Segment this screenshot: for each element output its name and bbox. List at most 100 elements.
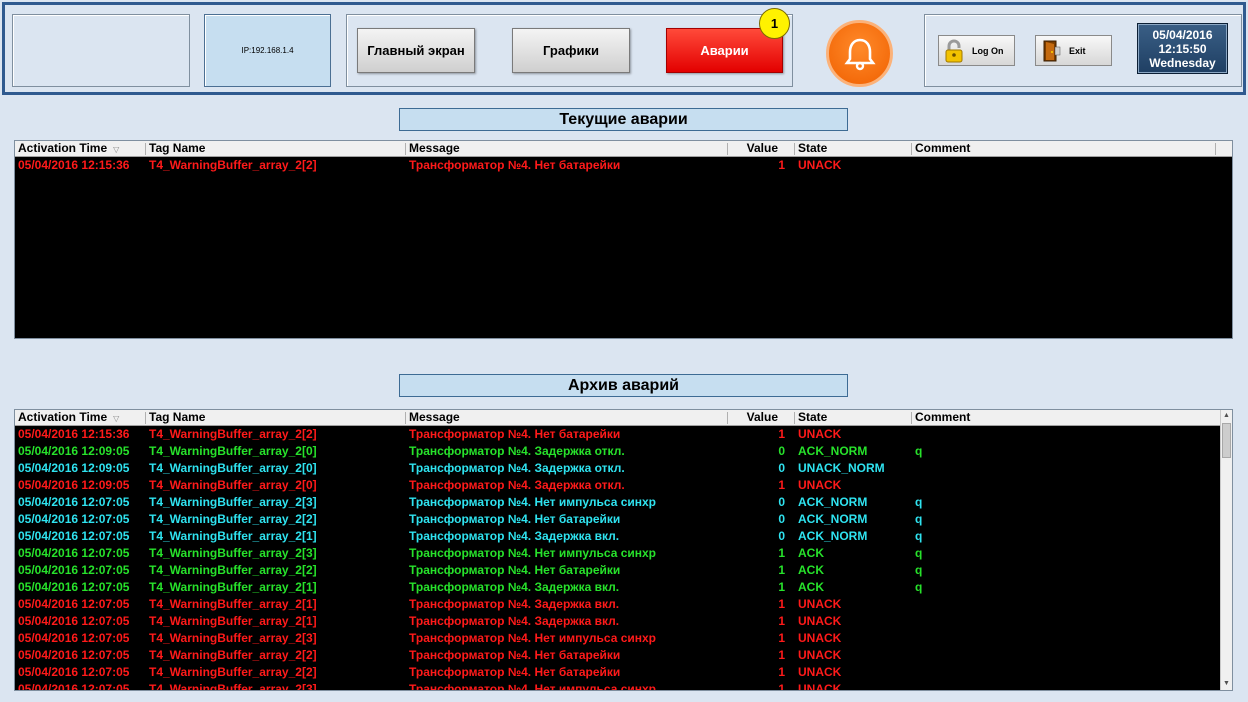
cell-tag-name: T4_WarningBuffer_array_2[3]: [149, 682, 317, 691]
cell-tag-name: T4_WarningBuffer_array_2[3]: [149, 495, 317, 509]
table-row[interactable]: 05/04/2016 12:07:05 T4_WarningBuffer_arra…: [15, 681, 1232, 691]
alarm-archive-grid[interactable]: Activation Time ▽ Tag Name Message Value …: [14, 409, 1233, 691]
column-header-activation-time[interactable]: Activation Time ▽: [18, 410, 119, 424]
cell-value: 0: [778, 512, 785, 526]
cell-activation-time: 05/04/2016 12:07:05: [18, 682, 130, 691]
cell-state: ACK_NORM: [798, 495, 868, 509]
column-header-state[interactable]: State: [798, 410, 827, 424]
cell-value: 1: [778, 158, 785, 172]
column-header-tag-name[interactable]: Tag Name: [149, 410, 205, 424]
cell-activation-time: 05/04/2016 12:07:05: [18, 665, 130, 679]
bell-icon[interactable]: [826, 20, 893, 87]
table-row[interactable]: 05/04/2016 12:07:05 T4_WarningBuffer_arra…: [15, 664, 1232, 681]
cell-message: Трансформатор №4. Нет батарейки: [409, 158, 621, 172]
cell-message: Трансформатор №4. Нет импульса синхр: [409, 631, 657, 645]
cell-message: Трансформатор №4. Задержка вкл.: [409, 529, 620, 543]
cell-value: 1: [778, 631, 785, 645]
cell-state: UNACK: [798, 427, 842, 441]
navigation-panel: Главный экран Графики Аварии: [346, 14, 793, 87]
table-row[interactable]: 05/04/2016 12:15:36 T4_WarningBuffer_arra…: [15, 426, 1232, 443]
cell-comment: q: [915, 495, 923, 509]
table-row[interactable]: 05/04/2016 12:07:05 T4_WarningBuffer_arra…: [15, 630, 1232, 647]
header-bar: IP:192.168.1.4 Главный экран Графики Ава…: [2, 2, 1246, 95]
cell-tag-name: T4_WarningBuffer_array_2[2]: [149, 563, 317, 577]
table-row[interactable]: 05/04/2016 12:07:05 T4_WarningBuffer_arra…: [15, 579, 1232, 596]
cell-message: Трансформатор №4. Нет батарейки: [409, 648, 621, 662]
table-row[interactable]: 05/04/2016 12:07:05 T4_WarningBuffer_arra…: [15, 647, 1232, 664]
cell-activation-time: 05/04/2016 12:09:05: [18, 461, 130, 475]
alarm-count-badge: 1: [759, 8, 790, 39]
cell-value: 1: [778, 665, 785, 679]
graphs-button[interactable]: Графики: [512, 28, 630, 73]
cell-message: Трансформатор №4. Нет батарейки: [409, 563, 621, 577]
cell-activation-time: 05/04/2016 12:07:05: [18, 512, 130, 526]
column-header-tag-name[interactable]: Tag Name: [149, 141, 205, 155]
table-row[interactable]: 05/04/2016 12:09:05 T4_WarningBuffer_arra…: [15, 443, 1232, 460]
cell-tag-name: T4_WarningBuffer_array_2[2]: [149, 648, 317, 662]
column-header-value[interactable]: Value: [730, 410, 778, 424]
cell-message: Трансформатор №4. Задержка вкл.: [409, 614, 620, 628]
cell-value: 0: [778, 461, 785, 475]
column-header-state[interactable]: State: [798, 141, 827, 155]
cell-value: 0: [778, 444, 785, 458]
archive-scrollbar[interactable]: ▲ ▼: [1220, 410, 1232, 690]
sort-icon[interactable]: ▽: [113, 145, 119, 154]
cell-tag-name: T4_WarningBuffer_array_2[2]: [149, 512, 317, 526]
ip-address-panel: IP:192.168.1.4: [204, 14, 331, 87]
log-on-button[interactable]: Log On: [938, 35, 1015, 66]
table-row[interactable]: 05/04/2016 12:15:36 T4_WarningBuffer_arra…: [15, 157, 1232, 174]
cell-value: 1: [778, 682, 785, 691]
scroll-down-icon[interactable]: ▼: [1221, 678, 1232, 690]
exit-button[interactable]: Exit: [1035, 35, 1112, 66]
table-row[interactable]: 05/04/2016 12:09:05 T4_WarningBuffer_arra…: [15, 460, 1232, 477]
sort-icon[interactable]: ▽: [113, 414, 119, 423]
logo-panel: [12, 14, 190, 87]
cell-comment: q: [915, 512, 923, 526]
cell-value: 1: [778, 546, 785, 560]
scroll-thumb[interactable]: [1222, 423, 1231, 458]
cell-tag-name: T4_WarningBuffer_array_2[2]: [149, 427, 317, 441]
table-row[interactable]: 05/04/2016 12:07:05 T4_WarningBuffer_arra…: [15, 494, 1232, 511]
table-row[interactable]: 05/04/2016 12:07:05 T4_WarningBuffer_arra…: [15, 613, 1232, 630]
column-header-activation-time[interactable]: Activation Time ▽: [18, 141, 119, 155]
cell-tag-name: T4_WarningBuffer_array_2[1]: [149, 580, 317, 594]
cell-state: ACK: [798, 563, 824, 577]
cell-activation-time: 05/04/2016 12:07:05: [18, 614, 130, 628]
table-row[interactable]: 05/04/2016 12:09:05 T4_WarningBuffer_arra…: [15, 477, 1232, 494]
cell-activation-time: 05/04/2016 12:07:05: [18, 631, 130, 645]
cell-state: UNACK_NORM: [798, 461, 885, 475]
column-header-comment[interactable]: Comment: [915, 410, 970, 424]
door-exit-icon: [1039, 38, 1063, 64]
column-header-comment[interactable]: Comment: [915, 141, 970, 155]
table-row[interactable]: 05/04/2016 12:07:05 T4_WarningBuffer_arra…: [15, 528, 1232, 545]
cell-value: 1: [778, 614, 785, 628]
column-header-value[interactable]: Value: [730, 141, 778, 155]
column-header-message[interactable]: Message: [409, 141, 460, 155]
cell-message: Трансформатор №4. Нет батарейки: [409, 512, 621, 526]
cell-tag-name: T4_WarningBuffer_array_2[2]: [149, 665, 317, 679]
cell-message: Трансформатор №4. Нет импульса синхр: [409, 546, 657, 560]
cell-value: 0: [778, 529, 785, 543]
scroll-up-icon[interactable]: ▲: [1221, 410, 1232, 422]
cell-activation-time: 05/04/2016 12:07:05: [18, 495, 130, 509]
cell-activation-time: 05/04/2016 12:07:05: [18, 529, 130, 543]
cell-comment: q: [915, 529, 923, 543]
main-screen-button[interactable]: Главный экран: [357, 28, 475, 73]
table-row[interactable]: 05/04/2016 12:07:05 T4_WarningBuffer_arra…: [15, 596, 1232, 613]
datetime-display: 05/04/2016 12:15:50 Wednesday: [1137, 23, 1228, 74]
table-row[interactable]: 05/04/2016 12:07:05 T4_WarningBuffer_arra…: [15, 511, 1232, 528]
column-header-message[interactable]: Message: [409, 410, 460, 424]
current-alarms-header: Activation Time ▽ Tag Name Message Value …: [15, 141, 1232, 157]
alarm-archive-title: Архив аварий: [399, 374, 848, 397]
cell-tag-name: T4_WarningBuffer_array_2[0]: [149, 461, 317, 475]
cell-value: 1: [778, 580, 785, 594]
cell-message: Трансформатор №4. Нет импульса синхр: [409, 682, 657, 691]
alarm-archive-rows: 05/04/2016 12:15:36 T4_WarningBuffer_arra…: [15, 426, 1232, 691]
current-alarms-rows: 05/04/2016 12:15:36 T4_WarningBuffer_arra…: [15, 157, 1232, 174]
table-row[interactable]: 05/04/2016 12:07:05 T4_WarningBuffer_arra…: [15, 545, 1232, 562]
cell-state: ACK_NORM: [798, 512, 868, 526]
cell-state: UNACK: [798, 631, 842, 645]
cell-tag-name: T4_WarningBuffer_array_2[1]: [149, 614, 317, 628]
current-alarms-grid[interactable]: Activation Time ▽ Tag Name Message Value …: [14, 140, 1233, 339]
table-row[interactable]: 05/04/2016 12:07:05 T4_WarningBuffer_arra…: [15, 562, 1232, 579]
